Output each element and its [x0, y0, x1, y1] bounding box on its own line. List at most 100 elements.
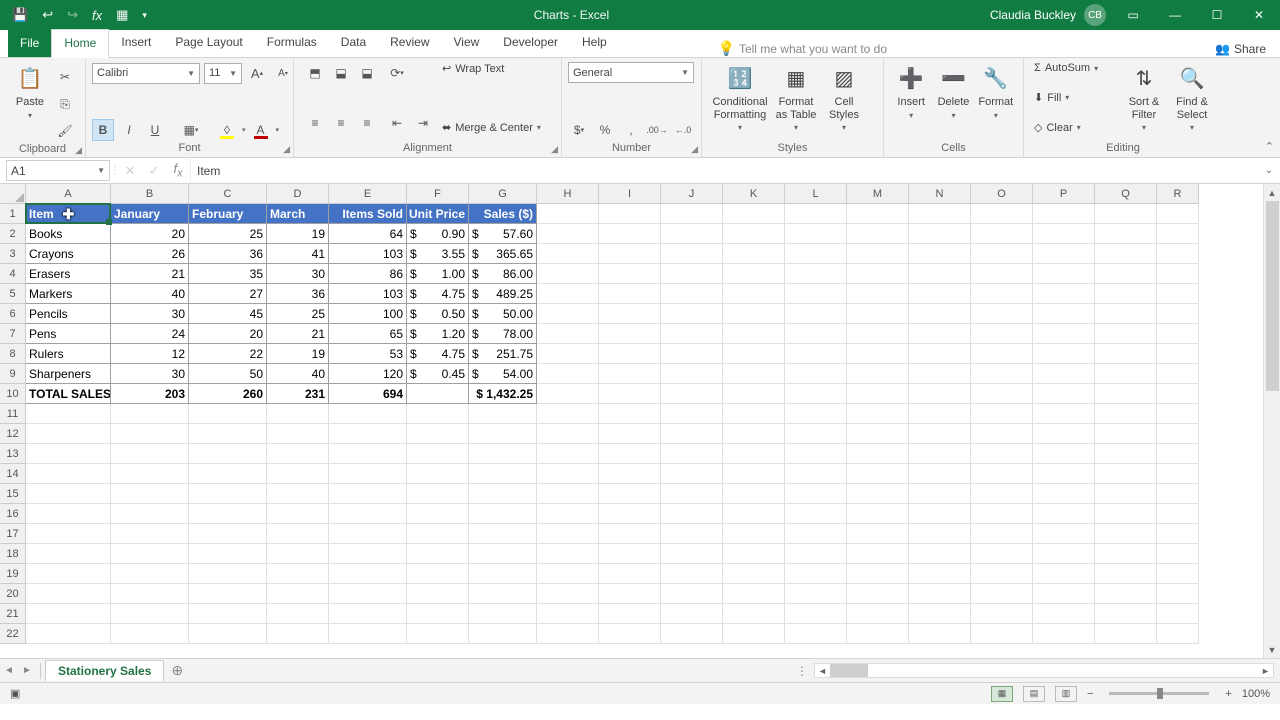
cell[interactable]: Books	[26, 224, 111, 244]
cell[interactable]	[599, 364, 661, 384]
cell[interactable]	[723, 604, 785, 624]
cell[interactable]	[599, 244, 661, 264]
cell[interactable]: 30	[111, 304, 189, 324]
cell[interactable]	[1033, 524, 1095, 544]
cell[interactable]	[329, 604, 407, 624]
cell[interactable]: 19	[267, 344, 329, 364]
horizontal-scrollbar[interactable]: ◄ ►	[814, 663, 1274, 678]
cell[interactable]	[267, 504, 329, 524]
cell[interactable]	[1033, 284, 1095, 304]
tab-page-layout[interactable]: Page Layout	[163, 29, 254, 57]
merge-center-button[interactable]: ⬌Merge & Center▾	[442, 121, 551, 134]
cell[interactable]	[847, 304, 909, 324]
cell[interactable]	[1095, 324, 1157, 344]
row-header[interactable]: 15	[0, 484, 26, 504]
cell[interactable]: 231	[267, 384, 329, 404]
cell[interactable]	[1157, 524, 1199, 544]
cell[interactable]	[723, 484, 785, 504]
cell[interactable]	[785, 304, 847, 324]
cell[interactable]	[111, 504, 189, 524]
cell[interactable]	[723, 384, 785, 404]
cell[interactable]: Crayons	[26, 244, 111, 264]
row-header[interactable]: 12	[0, 424, 26, 444]
cell[interactable]	[847, 484, 909, 504]
cell[interactable]: Pens	[26, 324, 111, 344]
cell[interactable]	[189, 484, 267, 504]
align-bottom-icon[interactable]: ⬓	[356, 62, 378, 84]
cell[interactable]: $4.75	[407, 284, 469, 304]
cell[interactable]	[1095, 624, 1157, 644]
sheet-tab[interactable]: Stationery Sales	[45, 660, 164, 681]
increase-indent-icon[interactable]: ⇥	[412, 112, 434, 134]
cell[interactable]: $4.75	[407, 344, 469, 364]
cell[interactable]	[537, 544, 599, 564]
cell[interactable]: 25	[189, 224, 267, 244]
cell[interactable]	[329, 424, 407, 444]
cell[interactable]	[1033, 464, 1095, 484]
wrap-text-button[interactable]: ↩Wrap Text	[442, 62, 551, 75]
scroll-down-icon[interactable]: ▼	[1264, 641, 1280, 658]
decrease-font-icon[interactable]: A▾	[272, 62, 294, 84]
cell[interactable]: $251.75	[469, 344, 537, 364]
cell[interactable]: $86.00	[469, 264, 537, 284]
cell[interactable]	[1033, 584, 1095, 604]
cell[interactable]: $0.50	[407, 304, 469, 324]
cell[interactable]	[785, 444, 847, 464]
cell[interactable]	[723, 444, 785, 464]
cell[interactable]	[1033, 364, 1095, 384]
copy-icon[interactable]: ⎘	[54, 93, 76, 115]
comma-format-icon[interactable]: ,	[620, 119, 642, 141]
cell[interactable]	[847, 404, 909, 424]
cell[interactable]	[909, 424, 971, 444]
cell[interactable]	[847, 504, 909, 524]
cell[interactable]	[971, 524, 1033, 544]
cell[interactable]	[1033, 304, 1095, 324]
cell[interactable]	[1095, 544, 1157, 564]
cell[interactable]	[785, 204, 847, 224]
decrease-indent-icon[interactable]: ⇤	[386, 112, 408, 134]
cell[interactable]	[469, 424, 537, 444]
cell[interactable]	[189, 584, 267, 604]
touch-mode-icon[interactable]: fx	[92, 8, 102, 23]
column-header[interactable]: B	[111, 184, 189, 204]
cell[interactable]: 36	[267, 284, 329, 304]
cell[interactable]	[909, 324, 971, 344]
cell[interactable]	[785, 484, 847, 504]
format-painter-icon[interactable]: 🖌	[54, 120, 76, 142]
cell[interactable]: $3.55	[407, 244, 469, 264]
cell[interactable]	[723, 304, 785, 324]
cell[interactable]	[189, 424, 267, 444]
cell[interactable]	[785, 504, 847, 524]
zoom-level[interactable]: 100%	[1242, 688, 1270, 700]
cell[interactable]	[111, 524, 189, 544]
cell[interactable]	[785, 384, 847, 404]
column-header[interactable]: K	[723, 184, 785, 204]
cell[interactable]	[909, 504, 971, 524]
cell[interactable]	[111, 444, 189, 464]
cell[interactable]	[537, 324, 599, 344]
cell[interactable]: 20	[189, 324, 267, 344]
column-header[interactable]: Q	[1095, 184, 1157, 204]
tab-view[interactable]: View	[442, 29, 492, 57]
cell[interactable]	[267, 484, 329, 504]
cell[interactable]	[599, 504, 661, 524]
scroll-right-icon[interactable]: ►	[1258, 666, 1273, 676]
cell[interactable]	[971, 364, 1033, 384]
cell[interactable]	[1157, 384, 1199, 404]
cell[interactable]	[469, 584, 537, 604]
column-header[interactable]: P	[1033, 184, 1095, 204]
row-header[interactable]: 6	[0, 304, 26, 324]
cell[interactable]	[661, 624, 723, 644]
column-header[interactable]: I	[599, 184, 661, 204]
cell[interactable]	[26, 544, 111, 564]
row-header[interactable]: 10	[0, 384, 26, 404]
cell[interactable]	[785, 344, 847, 364]
cell[interactable]: Sharpeners	[26, 364, 111, 384]
cell[interactable]: 24	[111, 324, 189, 344]
cell[interactable]	[661, 384, 723, 404]
cell[interactable]	[971, 204, 1033, 224]
cell[interactable]	[909, 464, 971, 484]
cell[interactable]	[189, 544, 267, 564]
cell[interactable]	[723, 284, 785, 304]
align-left-icon[interactable]: ≡	[304, 112, 326, 134]
